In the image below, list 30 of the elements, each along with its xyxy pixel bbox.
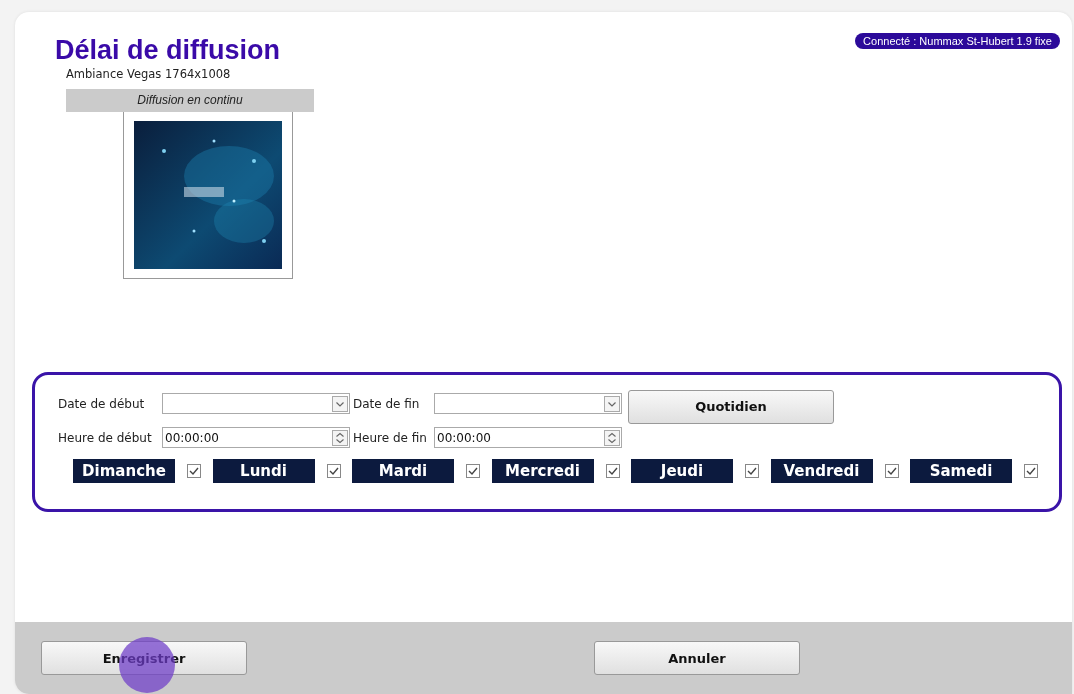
daily-button[interactable]: Quotidien	[628, 389, 834, 424]
checkbox[interactable]	[745, 464, 759, 478]
spinner-icon	[604, 429, 620, 446]
chevron-down-icon	[604, 395, 620, 412]
checkbox[interactable]	[326, 464, 341, 478]
day-label: Jeudi	[631, 459, 733, 483]
day-label: Vendredi	[770, 459, 873, 483]
checkbox[interactable]	[466, 464, 480, 478]
checkbox[interactable]	[1024, 464, 1038, 478]
checkbox[interactable]	[187, 464, 201, 478]
field-label: Heure de début	[58, 430, 153, 445]
chevron-down-icon	[332, 395, 348, 412]
checkbox[interactable]	[884, 464, 899, 478]
day-label: Dimanche	[73, 459, 175, 483]
connection-badge: Connecté : Nummax St-Hubert 1.9 fixe	[855, 33, 1060, 49]
spinner-icon	[332, 429, 348, 446]
field-label: Date de début	[58, 396, 146, 411]
page-title: Délai de diffusion	[55, 34, 282, 66]
media-name: Ambiance Vegas 1764x1008	[66, 66, 232, 82]
preview-caption: Diffusion en continu	[66, 89, 314, 112]
time-field[interactable]: 00:00:00	[162, 427, 350, 448]
day-label: Mardi	[352, 459, 454, 483]
time-field[interactable]: 00:00:00	[434, 427, 622, 448]
checkbox[interactable]	[605, 464, 620, 478]
cancel-button[interactable]: Annuler	[594, 641, 800, 675]
day-label: Samedi	[910, 459, 1012, 483]
day-label: Lundi	[212, 459, 315, 483]
field-label: Heure de fin	[353, 430, 428, 445]
field-label: Date de fin	[353, 396, 421, 411]
day-label: Mercredi	[491, 459, 594, 483]
